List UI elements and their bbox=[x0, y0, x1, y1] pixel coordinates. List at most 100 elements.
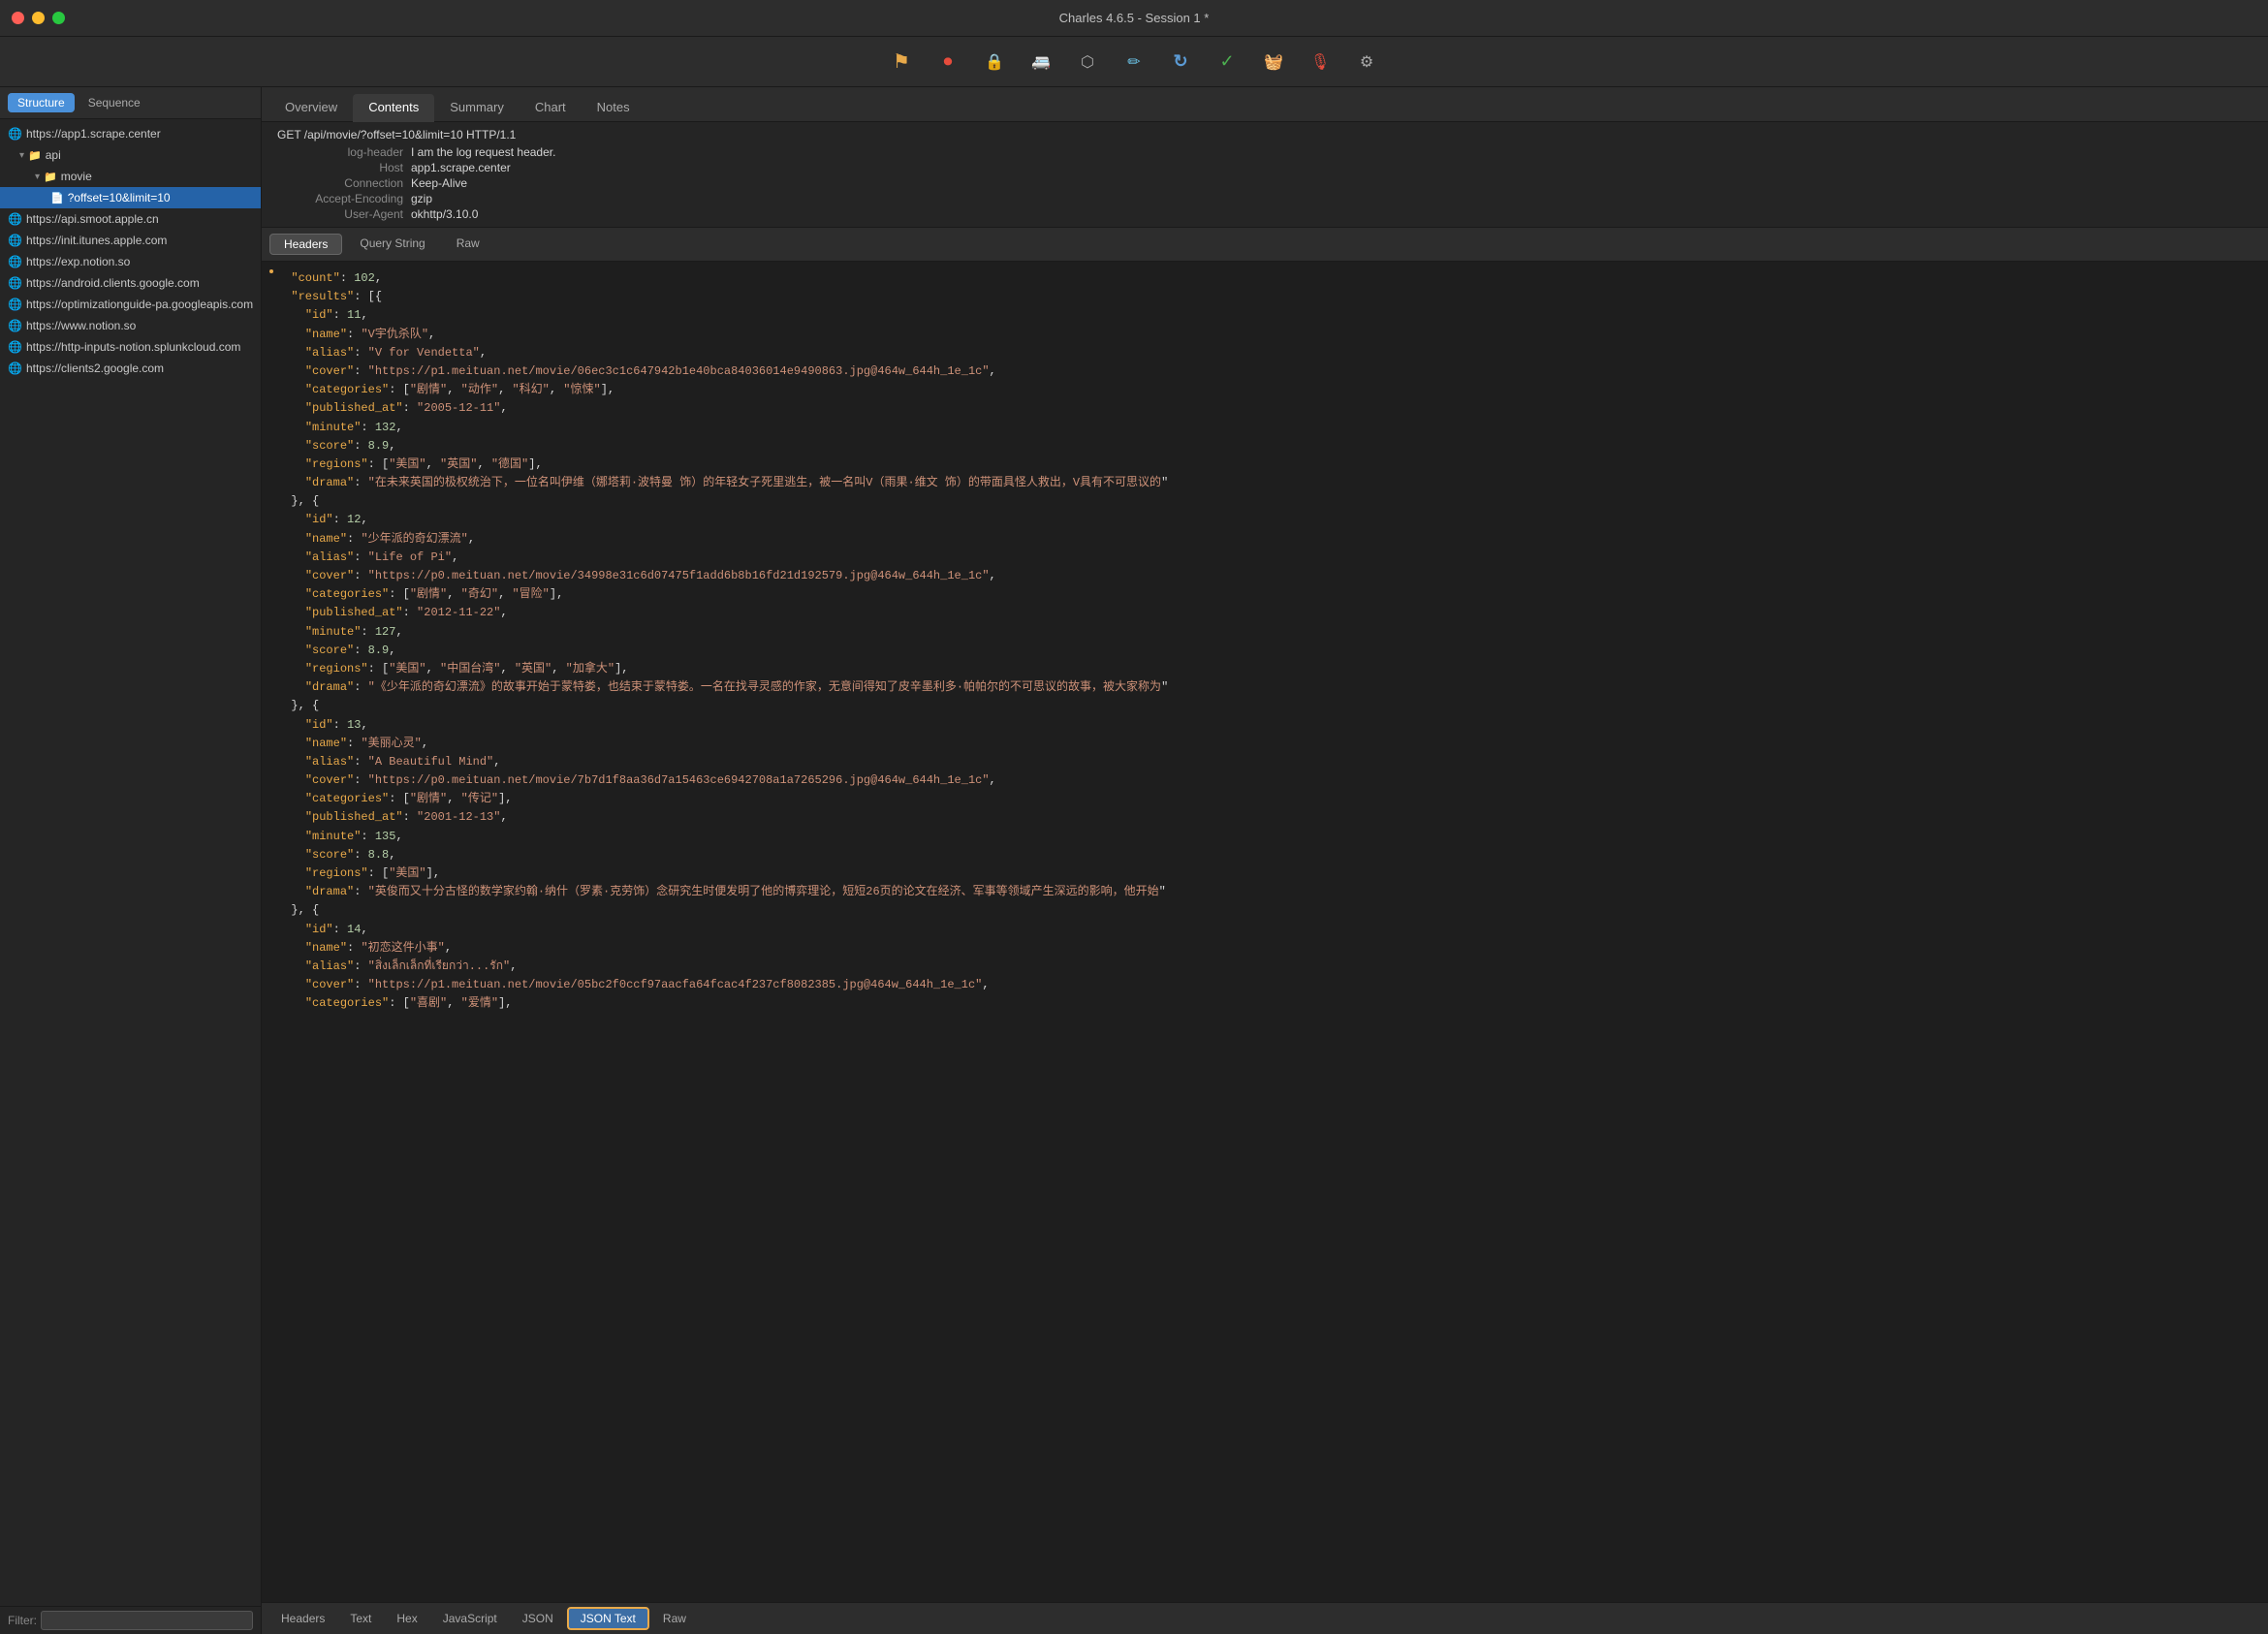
throttle-icon[interactable]: 🚐 bbox=[1027, 48, 1055, 76]
meta-key-connection: Connection bbox=[277, 176, 403, 190]
meta-key-logheader: log-header bbox=[277, 145, 403, 159]
sub-tab-querystring[interactable]: Query String bbox=[346, 234, 438, 255]
bottom-tab-javascript[interactable]: JavaScript bbox=[431, 1609, 509, 1628]
window-controls bbox=[12, 12, 65, 24]
bottom-tab-headers[interactable]: Headers bbox=[269, 1609, 336, 1628]
json-content: "count": 102, "results": [{ "id": 11, "n… bbox=[262, 262, 2268, 1602]
json-line: "regions": ["美国", "英国", "德国"], bbox=[277, 456, 2252, 474]
tree-item-notion-exp[interactable]: 🌐 https://exp.notion.so bbox=[0, 251, 261, 272]
bottom-tab-json[interactable]: JSON bbox=[511, 1609, 565, 1628]
json-line: "cover": "https://p1.meituan.net/movie/0… bbox=[277, 362, 2252, 381]
json-line: "name": "美丽心灵", bbox=[277, 735, 2252, 753]
lock-icon[interactable]: 🔒 bbox=[981, 48, 1008, 76]
sidebar-tab-sequence[interactable]: Sequence bbox=[79, 93, 150, 112]
close-button[interactable] bbox=[12, 12, 24, 24]
tree-item-movie[interactable]: ▾ 📁 movie bbox=[0, 166, 261, 187]
json-line: "name": "少年派的奇幻漂流", bbox=[277, 530, 2252, 549]
gear-icon[interactable]: ⚙ bbox=[1353, 48, 1380, 76]
meta-val-encoding: gzip bbox=[411, 192, 2252, 205]
sidebar-tab-structure[interactable]: Structure bbox=[8, 93, 75, 112]
json-line: "drama": "《少年派的奇幻漂流》的故事开始于蒙特娄，也结束于蒙特娄。一名… bbox=[277, 678, 2252, 697]
json-line: "score": 8.9, bbox=[277, 437, 2252, 456]
refresh-icon[interactable]: ↻ bbox=[1167, 48, 1194, 76]
json-line: "alias": "สิ่งเล็กเล็กที่เรียกว่า...รัก"… bbox=[277, 958, 2252, 976]
json-line: "drama": "在未来英国的极权统治下，一位名叫伊维（娜塔莉·波特曼 饰）的… bbox=[277, 474, 2252, 492]
chevron-down-icon: ▾ bbox=[35, 172, 40, 182]
json-line: "alias": "Life of Pi", bbox=[277, 549, 2252, 567]
json-line: "id": 11, bbox=[277, 306, 2252, 325]
folder-icon: 📁 bbox=[28, 149, 42, 162]
pen-icon[interactable]: ✏ bbox=[1120, 48, 1148, 76]
check-icon[interactable]: ✓ bbox=[1213, 48, 1241, 76]
content-tabs: Overview Contents Summary Chart Notes bbox=[262, 87, 2268, 122]
json-line: "id": 14, bbox=[277, 921, 2252, 939]
tree-item-itunes[interactable]: 🌐 https://init.itunes.apple.com bbox=[0, 230, 261, 251]
tree-item-label: https://app1.scrape.center bbox=[26, 127, 161, 141]
tree-item-label: https://init.itunes.apple.com bbox=[26, 234, 167, 247]
bottom-tab-raw[interactable]: Raw bbox=[651, 1609, 698, 1628]
tree-item-api[interactable]: ▾ 📁 api bbox=[0, 144, 261, 166]
chevron-down-icon: ▾ bbox=[19, 150, 24, 161]
tab-contents[interactable]: Contents bbox=[353, 94, 434, 122]
tree-item-smoot[interactable]: 🌐 https://api.smoot.apple.cn bbox=[0, 208, 261, 230]
json-indicator bbox=[269, 269, 273, 273]
json-line: }, { bbox=[277, 492, 2252, 511]
tree-item-splunk[interactable]: 🌐 https://http-inputs-notion.splunkcloud… bbox=[0, 336, 261, 358]
json-line: "name": "初恋这件小事", bbox=[277, 939, 2252, 958]
bottom-tab-json-text[interactable]: JSON Text bbox=[567, 1607, 649, 1630]
json-line: "published_at": "2001-12-13", bbox=[277, 808, 2252, 827]
bottom-tab-hex[interactable]: Hex bbox=[385, 1609, 428, 1628]
globe-icon: 🌐 bbox=[8, 340, 22, 354]
tree-item-label: https://exp.notion.so bbox=[26, 255, 130, 268]
tab-summary[interactable]: Summary bbox=[434, 94, 520, 122]
titlebar: Charles 4.6.5 - Session 1 * bbox=[0, 0, 2268, 37]
tab-chart[interactable]: Chart bbox=[520, 94, 582, 122]
globe-icon: 🌐 bbox=[8, 276, 22, 290]
json-line: }, { bbox=[277, 697, 2252, 715]
tab-notes[interactable]: Notes bbox=[582, 94, 646, 122]
meta-val-host: app1.scrape.center bbox=[411, 161, 2252, 174]
file-icon: 📄 bbox=[50, 192, 64, 204]
tree-item-offset[interactable]: 📄 ?offset=10&limit=10 bbox=[0, 187, 261, 208]
json-line: "categories": ["剧情", "传记"], bbox=[277, 790, 2252, 808]
bottom-tab-text[interactable]: Text bbox=[338, 1609, 383, 1628]
tree-item-app1[interactable]: 🌐 https://app1.scrape.center bbox=[0, 123, 261, 144]
meta-key-host: Host bbox=[277, 161, 403, 174]
minimize-button[interactable] bbox=[32, 12, 45, 24]
json-line: "score": 8.8, bbox=[277, 846, 2252, 864]
stop-icon[interactable]: ⬡ bbox=[1074, 48, 1101, 76]
globe-icon: 🌐 bbox=[8, 255, 22, 268]
bottom-tabs: Headers Text Hex JavaScript JSON JSON Te… bbox=[262, 1602, 2268, 1634]
maximize-button[interactable] bbox=[52, 12, 65, 24]
basket-icon[interactable]: 🧺 bbox=[1260, 48, 1287, 76]
json-line: "categories": ["剧情", "奇幻", "冒险"], bbox=[277, 585, 2252, 604]
tree-item-label: https://www.notion.so bbox=[26, 319, 136, 332]
window-title: Charles 4.6.5 - Session 1 * bbox=[1059, 11, 1210, 25]
json-line: "name": "V宇仇杀队", bbox=[277, 326, 2252, 344]
meta-val-connection: Keep-Alive bbox=[411, 176, 2252, 190]
json-line: "id": 13, bbox=[277, 716, 2252, 735]
folder-icon: 📁 bbox=[44, 171, 57, 183]
record-icon[interactable]: ⏺ bbox=[934, 48, 961, 76]
tab-overview[interactable]: Overview bbox=[269, 94, 353, 122]
sub-tabs: Headers Query String Raw bbox=[262, 228, 2268, 262]
json-line: "results": [{ bbox=[277, 288, 2252, 306]
sub-tab-headers[interactable]: Headers bbox=[269, 234, 342, 255]
sidebar-filter: Filter: bbox=[0, 1606, 261, 1634]
mic-icon[interactable]: 🎙 bbox=[1307, 48, 1334, 76]
json-line: "minute": 135, bbox=[277, 828, 2252, 846]
globe-icon: 🌐 bbox=[8, 127, 22, 141]
tree-item-label: https://clients2.google.com bbox=[26, 361, 164, 375]
json-line: "score": 8.9, bbox=[277, 642, 2252, 660]
tree-item-google[interactable]: 🌐 https://clients2.google.com bbox=[0, 358, 261, 379]
filter-input[interactable] bbox=[41, 1611, 253, 1630]
json-line: "minute": 127, bbox=[277, 623, 2252, 642]
torch-icon[interactable]: ⚑ bbox=[888, 48, 915, 76]
globe-icon: 🌐 bbox=[8, 319, 22, 332]
sub-tab-raw[interactable]: Raw bbox=[443, 234, 493, 255]
tree-item-label: api bbox=[46, 148, 61, 162]
json-line: "regions": ["美国", "中国台湾", "英国", "加拿大"], bbox=[277, 660, 2252, 678]
tree-item-android[interactable]: 🌐 https://android.clients.google.com bbox=[0, 272, 261, 294]
tree-item-notion-www[interactable]: 🌐 https://www.notion.so bbox=[0, 315, 261, 336]
tree-item-optimization[interactable]: 🌐 https://optimizationguide-pa.googleapi… bbox=[0, 294, 261, 315]
